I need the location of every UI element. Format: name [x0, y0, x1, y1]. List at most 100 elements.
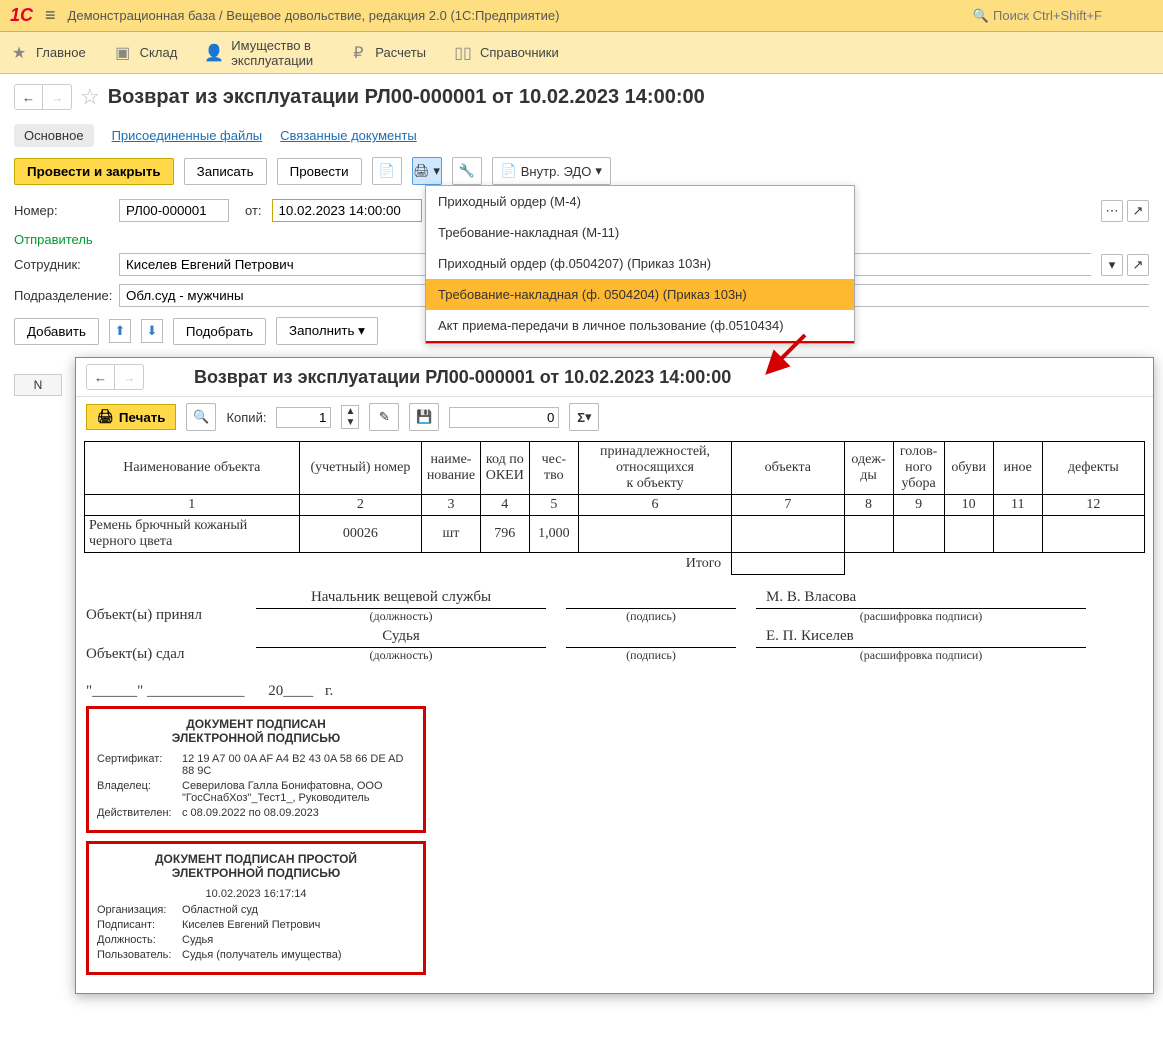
- received-position: Начальник вещевой службы: [256, 589, 546, 609]
- annotation-arrow-icon: [760, 330, 810, 380]
- doc-toolbar: Провести и закрыть Записать Провести 📄 🖨…: [0, 157, 1163, 195]
- search-input[interactable]: [993, 8, 1153, 23]
- col-header: иное: [993, 442, 1042, 495]
- col-header: голов-ногоубора: [893, 442, 944, 495]
- logo-1c: 1C: [10, 5, 33, 26]
- post-button[interactable]: Провести: [277, 158, 362, 185]
- menu-refs[interactable]: ▯▯Справочники: [454, 44, 559, 62]
- col-header: принадлежностей,относящихсяк объекту: [578, 442, 731, 495]
- signature-stamp-1: ДОКУМЕНТ ПОДПИСАНЭЛЕКТРОННОЙ ПОДПИСЬЮ Се…: [86, 706, 426, 833]
- gave-name: Е. П. Киселев: [756, 628, 1086, 648]
- main-menu: ★Главное ▣Склад 👤Имущество в эксплуатаци…: [0, 32, 1163, 74]
- search-icon: 🔍: [973, 8, 989, 24]
- print-dropdown-menu: Приходный ордер (М-4) Требование-накладн…: [425, 185, 855, 344]
- dept-label: Подразделение:: [14, 288, 109, 303]
- col-header: объекта: [732, 442, 844, 495]
- print-dropdown-button[interactable]: 🖨 ▾: [412, 157, 442, 185]
- boxes-icon: ▣: [114, 44, 132, 62]
- employee-open-icon[interactable]: ↗: [1127, 254, 1149, 276]
- preview-header: ← → Возврат из эксплуатации РЛ00-000001 …: [76, 358, 1153, 397]
- print-preview-window: ← → Возврат из эксплуатации РЛ00-000001 …: [75, 357, 1154, 994]
- gave-sign: [566, 628, 736, 648]
- open-card-icon[interactable]: ↗: [1127, 200, 1149, 222]
- fill-button[interactable]: Заполнить ▾: [276, 317, 378, 345]
- date-field[interactable]: [272, 199, 422, 222]
- tab-main[interactable]: Основное: [14, 124, 94, 147]
- move-down-button[interactable]: ⬇: [141, 319, 163, 343]
- menu-calc[interactable]: ₽Расчеты: [349, 44, 426, 62]
- settings-icon-button[interactable]: 🔧: [452, 157, 482, 185]
- preview-edit-icon[interactable]: ✎: [369, 403, 399, 431]
- col-header: Наименование объекта: [85, 442, 300, 495]
- favorite-star-icon[interactable]: ☆: [80, 84, 100, 110]
- received-label: Объект(ы) принял: [86, 607, 236, 624]
- vedo-button[interactable]: 📄Внутр. ЭДО ▾: [492, 157, 611, 185]
- col-header: чес-тво: [529, 442, 578, 495]
- signature-stamp-2: ДОКУМЕНТ ПОДПИСАН ПРОСТОЙЭЛЕКТРОННОЙ ПОД…: [86, 841, 426, 975]
- sum-input[interactable]: [449, 407, 559, 428]
- col-header: наиме-нование: [422, 442, 481, 495]
- number-field[interactable]: [119, 199, 229, 222]
- more-dots-icon[interactable]: ⋯: [1101, 200, 1123, 222]
- col-header: дефекты: [1042, 442, 1144, 495]
- number-label: Номер:: [14, 203, 109, 218]
- col-header: (учетный) номер: [299, 442, 422, 495]
- print-item-m11[interactable]: Требование-накладная (М-11): [426, 217, 854, 248]
- menu-main[interactable]: ★Главное: [10, 44, 86, 62]
- date-line: "______" _____________ 20____ г.: [86, 683, 1143, 700]
- received-sign: [566, 589, 736, 609]
- books-icon: ▯▯: [454, 44, 472, 62]
- doc-icon: 📄: [501, 163, 517, 179]
- signature-block: Объект(ы) принял Начальник вещевой служб…: [86, 589, 1143, 663]
- preview-nav-forward[interactable]: →: [115, 365, 143, 389]
- add-button[interactable]: Добавить: [14, 318, 99, 345]
- preview-zoom-icon[interactable]: 🔍: [186, 403, 216, 431]
- star-icon: ★: [10, 44, 28, 62]
- global-search[interactable]: 🔍: [973, 8, 1153, 24]
- nav-back[interactable]: ←: [15, 85, 43, 109]
- from-label: от:: [245, 203, 262, 218]
- copies-input[interactable]: [276, 407, 331, 428]
- copies-spinner[interactable]: ▲▼: [341, 405, 359, 429]
- col-n-header: N: [14, 374, 62, 396]
- cell-unit: шт: [422, 516, 481, 553]
- print-item-m4[interactable]: Приходный ордер (М-4): [426, 186, 854, 217]
- cell-okei: 796: [480, 516, 529, 553]
- employee-label: Сотрудник:: [14, 257, 109, 272]
- menu-assets[interactable]: 👤Имущество в эксплуатации: [205, 38, 321, 68]
- doc-header: ← → ☆ Возврат из эксплуатации РЛ00-00000…: [0, 74, 1163, 120]
- nav-forward[interactable]: →: [43, 85, 71, 109]
- preview-nav-back[interactable]: ←: [87, 365, 115, 389]
- preview-toolbar: 🖨Печать 🔍 Копий: ▲▼ ✎ 💾 Σ ▾: [76, 397, 1153, 437]
- doc-table: Наименование объекта (учетный) номер наи…: [84, 441, 1145, 575]
- preview-nav-arrows: ← →: [86, 364, 144, 390]
- preview-title: Возврат из эксплуатации РЛ00-000001 от 1…: [194, 367, 731, 388]
- move-up-button[interactable]: ⬆: [109, 319, 131, 343]
- itogo-label: Итого: [85, 553, 732, 575]
- preview-save-icon[interactable]: 💾: [409, 403, 439, 431]
- table-row: Ремень брючный кожаный черного цвета 000…: [85, 516, 1145, 553]
- tab-files[interactable]: Присоединенные файлы: [112, 128, 263, 143]
- print-item-0504207[interactable]: Приходный ордер (ф.0504207) (Приказ 103н…: [426, 248, 854, 279]
- col-header: обуви: [944, 442, 993, 495]
- post-close-button[interactable]: Провести и закрыть: [14, 158, 174, 185]
- cell-name: Ремень брючный кожаный черного цвета: [85, 516, 300, 553]
- pick-button[interactable]: Подобрать: [173, 318, 266, 345]
- sigma-button[interactable]: Σ ▾: [569, 403, 599, 431]
- doc-title: Возврат из эксплуатации РЛ00-000001 от 1…: [108, 86, 705, 109]
- nav-arrows: ← →: [14, 84, 72, 110]
- person-icon: 👤: [205, 44, 223, 62]
- employee-dropdown-icon[interactable]: ▾: [1101, 254, 1123, 276]
- report-icon-button[interactable]: 📄: [372, 157, 402, 185]
- chevron-down-icon: ▾: [358, 323, 365, 338]
- titlebar: 1C ≡ Демонстрационная база / Вещевое дов…: [0, 0, 1163, 32]
- tab-links[interactable]: Связанные документы: [280, 128, 417, 143]
- write-button[interactable]: Записать: [184, 158, 267, 185]
- hamburger-icon[interactable]: ≡: [45, 5, 56, 26]
- menu-warehouse[interactable]: ▣Склад: [114, 44, 178, 62]
- print-button[interactable]: 🖨Печать: [86, 404, 176, 430]
- ruble-icon: ₽: [349, 44, 367, 62]
- col-header: код поОКЕИ: [480, 442, 529, 495]
- print-item-0504204[interactable]: Требование-накладная (ф. 0504204) (Прика…: [426, 279, 854, 310]
- col-header: одеж-ды: [844, 442, 893, 495]
